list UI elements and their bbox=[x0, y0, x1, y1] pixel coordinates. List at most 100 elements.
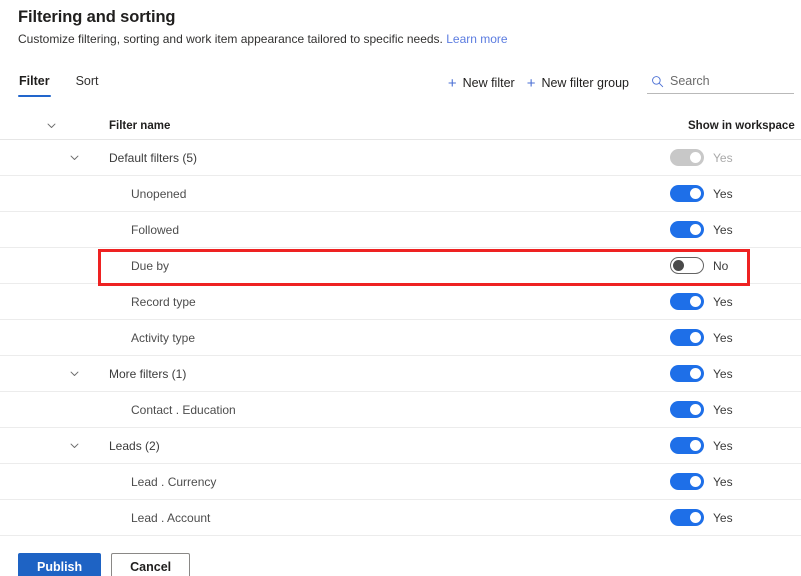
filter-name-label: Unopened bbox=[131, 186, 187, 201]
tab-list: Filter Sort bbox=[18, 72, 100, 97]
chevron-down-icon[interactable] bbox=[69, 152, 80, 163]
table-row[interactable]: Followed Yes bbox=[0, 212, 801, 248]
show-in-workspace-cell: No bbox=[656, 257, 801, 274]
table-row[interactable]: More filters (1) Yes bbox=[0, 356, 801, 392]
toggle-state-label: Yes bbox=[713, 438, 733, 453]
toggle-knob bbox=[690, 476, 701, 487]
show-in-workspace-toggle[interactable] bbox=[670, 509, 704, 526]
table-row[interactable]: Activity type Yes bbox=[0, 320, 801, 356]
show-in-workspace-toggle[interactable] bbox=[670, 221, 704, 238]
toggle-knob bbox=[690, 368, 701, 379]
new-filter-button[interactable]: + New filter bbox=[444, 73, 523, 94]
plus-icon: + bbox=[526, 74, 536, 92]
toggle-knob bbox=[690, 332, 701, 343]
filter-name-label: Lead . Account bbox=[131, 510, 211, 525]
toggle-knob bbox=[673, 260, 684, 271]
search-box[interactable] bbox=[647, 72, 794, 94]
row-collapse-cell bbox=[0, 152, 100, 163]
table-row[interactable]: Due by No bbox=[0, 248, 801, 284]
show-in-workspace-toggle[interactable] bbox=[670, 437, 704, 454]
chevron-down-icon[interactable] bbox=[46, 120, 57, 131]
filter-name-label: More filters (1) bbox=[109, 366, 187, 381]
toggle-knob bbox=[690, 152, 701, 163]
show-in-workspace-cell: Yes bbox=[656, 329, 801, 346]
chevron-down-icon[interactable] bbox=[69, 440, 80, 451]
filters-table: Filter name Show in workspace Default fi… bbox=[0, 112, 801, 536]
new-filter-group-label: New filter group bbox=[541, 76, 629, 90]
toggle-state-label: Yes bbox=[713, 402, 733, 417]
filtering-and-sorting-page: Filtering and sorting Customize filterin… bbox=[0, 0, 801, 576]
table-row[interactable]: Default filters (5) Yes bbox=[0, 140, 801, 176]
search-icon bbox=[652, 75, 664, 87]
show-in-workspace-cell: Yes bbox=[656, 365, 801, 382]
table-row[interactable]: Unopened Yes bbox=[0, 176, 801, 212]
show-in-workspace-cell: Yes bbox=[656, 149, 801, 166]
show-in-workspace-cell: Yes bbox=[656, 401, 801, 418]
toggle-state-label: Yes bbox=[713, 222, 733, 237]
show-in-workspace-toggle[interactable] bbox=[670, 293, 704, 310]
page-subtitle: Customize filtering, sorting and work it… bbox=[18, 32, 508, 46]
table-row[interactable]: Contact . Education Yes bbox=[0, 392, 801, 428]
publish-button[interactable]: Publish bbox=[18, 553, 102, 576]
new-filter-label: New filter bbox=[462, 76, 515, 90]
show-in-workspace-cell: Yes bbox=[656, 293, 801, 310]
command-bar: + New filter + New filter group bbox=[444, 72, 794, 94]
table-row[interactable]: Lead . Account Yes bbox=[0, 500, 801, 536]
show-in-workspace-toggle[interactable] bbox=[670, 257, 704, 274]
toggle-state-label: Yes bbox=[713, 330, 733, 345]
toggle-knob bbox=[690, 404, 701, 415]
page-subtitle-text: Customize filtering, sorting and work it… bbox=[18, 32, 443, 46]
show-in-workspace-toggle[interactable] bbox=[670, 365, 704, 382]
column-header-filter-name: Filter name bbox=[109, 119, 171, 132]
toggle-knob bbox=[690, 440, 701, 451]
chevron-down-icon[interactable] bbox=[69, 368, 80, 379]
toggle-knob bbox=[690, 224, 701, 235]
show-in-workspace-cell: Yes bbox=[656, 221, 801, 238]
toggle-state-label: Yes bbox=[713, 186, 733, 201]
filter-name-label: Lead . Currency bbox=[131, 474, 217, 489]
table-row[interactable]: Leads (2) Yes bbox=[0, 428, 801, 464]
plus-icon: + bbox=[447, 74, 457, 92]
show-in-workspace-toggle[interactable] bbox=[670, 185, 704, 202]
row-collapse-cell bbox=[0, 368, 100, 379]
toggle-knob bbox=[690, 512, 701, 523]
toggle-state-label: No bbox=[713, 258, 729, 273]
filter-name-label: Contact . Education bbox=[131, 402, 236, 417]
filter-name-label: Activity type bbox=[131, 330, 196, 345]
filter-name-label: Leads (2) bbox=[109, 438, 160, 453]
search-input[interactable] bbox=[670, 74, 788, 88]
table-body: Default filters (5) Yes Unopened Yes Followe… bbox=[0, 140, 801, 536]
toggle-state-label: Yes bbox=[713, 294, 733, 309]
toggle-state-label: Yes bbox=[713, 150, 733, 165]
page-title: Filtering and sorting bbox=[18, 8, 176, 26]
toggle-state-label: Yes bbox=[713, 474, 733, 489]
new-filter-group-button[interactable]: + New filter group bbox=[523, 73, 637, 94]
table-row[interactable]: Record type Yes bbox=[0, 284, 801, 320]
show-in-workspace-toggle[interactable] bbox=[670, 473, 704, 490]
show-in-workspace-cell: Yes bbox=[656, 437, 801, 454]
show-in-workspace-cell: Yes bbox=[656, 185, 801, 202]
toggle-state-label: Yes bbox=[713, 366, 733, 381]
row-collapse-cell bbox=[0, 440, 100, 451]
toggle-knob bbox=[690, 296, 701, 307]
show-in-workspace-cell: Yes bbox=[656, 509, 801, 526]
show-in-workspace-cell: Yes bbox=[656, 473, 801, 490]
table-row[interactable]: Lead . Currency Yes bbox=[0, 464, 801, 500]
filter-name-label: Default filters (5) bbox=[109, 150, 198, 165]
show-in-workspace-toggle[interactable] bbox=[670, 329, 704, 346]
column-header-show-in-workspace: Show in workspace bbox=[688, 119, 795, 132]
tab-filter[interactable]: Filter bbox=[18, 72, 51, 97]
toggle-knob bbox=[690, 188, 701, 199]
header-collapse-cell bbox=[0, 120, 100, 131]
toggle-state-label: Yes bbox=[713, 510, 733, 525]
footer-actions: Publish Cancel bbox=[0, 538, 801, 576]
table-header-row: Filter name Show in workspace bbox=[0, 112, 801, 140]
show-in-workspace-toggle[interactable] bbox=[670, 401, 704, 418]
filter-name-label: Due by bbox=[131, 258, 170, 273]
cancel-button[interactable]: Cancel bbox=[111, 553, 191, 576]
tab-sort[interactable]: Sort bbox=[75, 72, 100, 97]
filter-name-label: Record type bbox=[131, 294, 196, 309]
filter-name-label: Followed bbox=[131, 222, 180, 237]
learn-more-link[interactable]: Learn more bbox=[446, 32, 507, 46]
show-in-workspace-toggle bbox=[670, 149, 704, 166]
